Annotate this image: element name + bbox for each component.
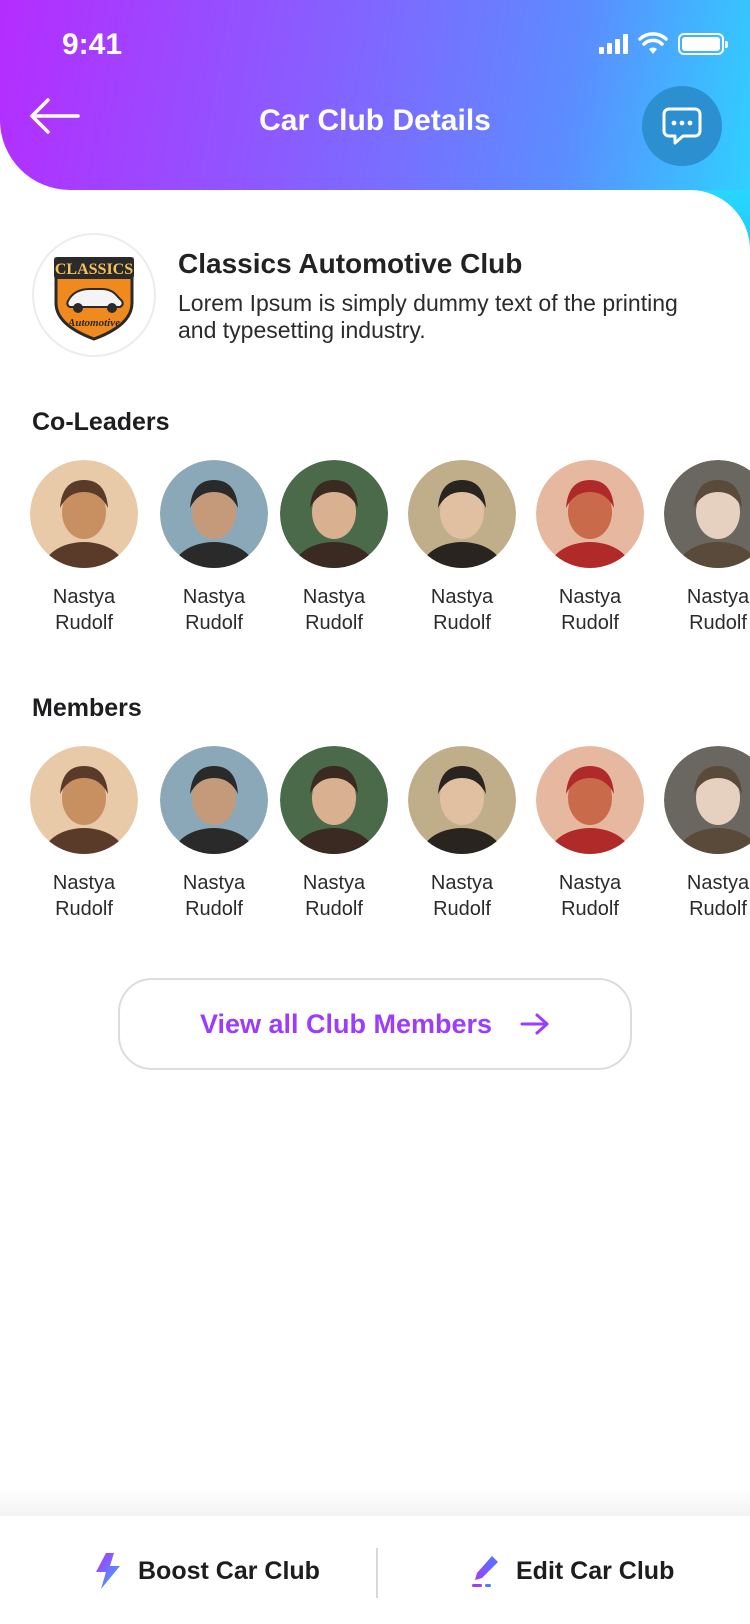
person-first-name: Nastya — [302, 872, 366, 894]
avatar — [536, 460, 644, 568]
person-last-name: Rudolf — [55, 898, 113, 920]
person-first-name: Nastya — [558, 586, 622, 608]
avatar — [30, 460, 138, 568]
wifi-icon — [638, 32, 668, 54]
person-last-name: Rudolf — [305, 612, 363, 634]
co-leader-item[interactable]: Nastya Rudolf — [264, 460, 404, 636]
person-first-name: Nastya — [430, 872, 494, 894]
avatar — [408, 746, 516, 854]
boost-label: Boost Car Club — [138, 1556, 320, 1585]
co-leader-item[interactable]: Nastya Rudolf — [648, 460, 750, 636]
co-leader-item[interactable]: Nastya Rudolf — [144, 460, 284, 636]
co-leaders-title: Co-Leaders — [32, 408, 170, 436]
signal-icon — [599, 34, 628, 54]
person-first-name: Nastya — [686, 586, 750, 608]
member-item[interactable]: Nastya Rudolf — [14, 746, 154, 922]
person-first-name: Nastya — [302, 586, 366, 608]
person-first-name: Nastya — [52, 872, 116, 894]
person-first-name: Nastya — [558, 872, 622, 894]
page-title: Car Club Details — [259, 104, 491, 137]
view-all-label: View all Club Members — [199, 1008, 493, 1039]
co-leader-item[interactable]: Nastya Rudolf — [14, 460, 154, 636]
person-last-name: Rudolf — [55, 612, 113, 634]
chat-button[interactable] — [642, 86, 722, 166]
member-item[interactable]: Nastya Rudolf — [648, 746, 750, 922]
member-item[interactable]: Nastya Rudolf — [392, 746, 532, 922]
co-leader-item[interactable]: Nastya Rudolf — [520, 460, 660, 636]
members-list: Nastya Rudolf Nastya Rudolf Nastya Rudolf Nast… — [0, 746, 750, 926]
avatar — [280, 460, 388, 568]
person-last-name: Rudolf — [689, 612, 747, 634]
svg-text:Automotive: Automotive — [67, 317, 120, 329]
bottom-bar-shadow — [0, 1488, 750, 1516]
header-bar: 9:41 Car Club Details — [0, 0, 750, 190]
bottom-divider — [376, 1548, 378, 1598]
arrow-right-icon — [520, 1013, 549, 1035]
person-first-name: Nastya — [182, 586, 246, 608]
person-last-name: Rudolf — [433, 898, 491, 920]
members-title: Members — [32, 694, 142, 722]
member-item[interactable]: Nastya Rudolf — [264, 746, 404, 922]
member-item[interactable]: Nastya Rudolf — [144, 746, 284, 922]
pencil-icon — [472, 1556, 498, 1587]
status-time: 9:41 — [62, 28, 123, 61]
avatar — [664, 460, 750, 568]
edit-car-club-button[interactable]: Edit Car Club — [470, 1546, 674, 1596]
person-last-name: Rudolf — [689, 898, 747, 920]
person-last-name: Rudolf — [433, 612, 491, 634]
bottom-action-bar: Boost Car Club Edit Car Club — [0, 1516, 750, 1624]
avatar — [30, 746, 138, 854]
boost-bolt-icon — [96, 1553, 120, 1589]
svg-text:CLASSICS: CLASSICS — [55, 261, 133, 278]
co-leaders-list: Nastya Rudolf Nastya Rudolf Nastya Rudolf Nast… — [0, 460, 750, 640]
avatar — [536, 746, 644, 854]
club-name: Classics Automotive Club — [178, 248, 523, 279]
person-first-name: Nastya — [52, 586, 116, 608]
club-description: Lorem Ipsum is simply dummy text of the … — [178, 290, 678, 343]
member-item[interactable]: Nastya Rudolf — [520, 746, 660, 922]
status-icons — [599, 32, 728, 56]
avatar — [408, 460, 516, 568]
boost-car-club-button[interactable]: Boost Car Club — [92, 1546, 320, 1596]
person-last-name: Rudolf — [305, 898, 363, 920]
avatar — [280, 746, 388, 854]
club-logo: CLASSICS Automotive — [32, 233, 156, 357]
person-last-name: Rudolf — [561, 898, 619, 920]
avatar — [664, 746, 750, 854]
battery-icon — [678, 33, 728, 55]
person-first-name: Nastya — [182, 872, 246, 894]
person-last-name: Rudolf — [185, 612, 243, 634]
person-last-name: Rudolf — [185, 898, 243, 920]
edit-label: Edit Car Club — [516, 1556, 675, 1585]
co-leader-item[interactable]: Nastya Rudolf — [392, 460, 532, 636]
avatar — [160, 746, 268, 854]
avatar — [160, 460, 268, 568]
view-all-members-button[interactable]: View all Club Members — [118, 978, 632, 1070]
chat-icon — [662, 107, 702, 145]
person-last-name: Rudolf — [561, 612, 619, 634]
person-first-name: Nastya — [430, 586, 494, 608]
person-first-name: Nastya — [686, 872, 750, 894]
